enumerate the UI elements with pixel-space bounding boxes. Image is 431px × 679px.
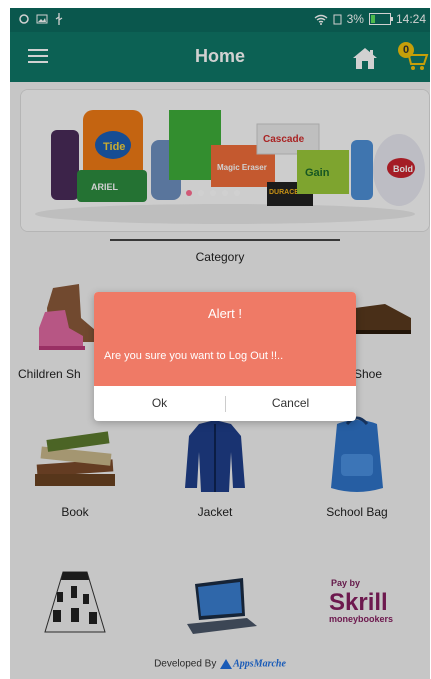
dialog-button-divider <box>225 396 226 412</box>
dialog-message: Are you sure you want to Log Out !!.. <box>104 350 284 362</box>
dialog-header: Alert ! Are you sure you want to Log Out… <box>94 292 356 386</box>
ok-button[interactable]: Ok <box>94 386 225 421</box>
phone-screen: 3% 14:24 Home 0 Tide ARIEL Magic Eraser … <box>10 8 430 679</box>
cancel-button[interactable]: Cancel <box>225 386 356 421</box>
dialog-title: Alert ! <box>208 306 242 321</box>
logout-alert-dialog: Alert ! Are you sure you want to Log Out… <box>94 292 356 421</box>
